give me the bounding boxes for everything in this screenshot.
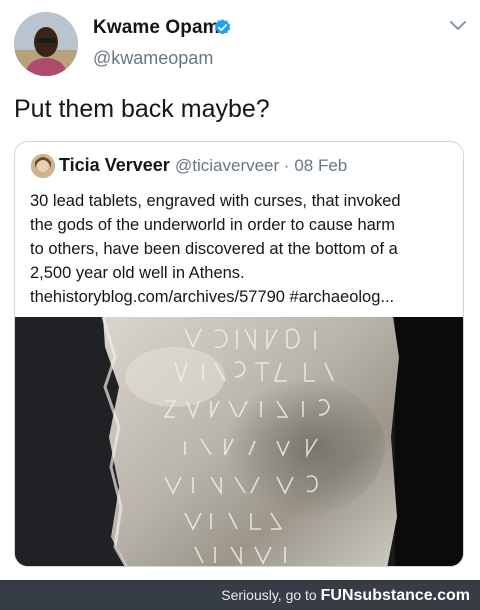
quoted-text-line: the gods of the underworld in order to c… bbox=[30, 216, 396, 234]
watermark-brand-rest: substance.com bbox=[353, 587, 470, 604]
lead-tablet-photo[interactable] bbox=[15, 317, 463, 566]
author-handle[interactable]: @kwameopam bbox=[93, 48, 213, 69]
author-avatar[interactable] bbox=[14, 12, 78, 76]
watermark-prefix: Seriously, go to bbox=[221, 587, 317, 603]
quoted-author-avatar bbox=[31, 154, 55, 178]
quoted-text-line: 30 lead tablets, engraved with curses, t… bbox=[30, 192, 401, 210]
quoted-tweet[interactable]: Ticia Verveer @ticiaverveer · 08 Feb 30 … bbox=[14, 141, 464, 567]
quoted-tweet-text: 30 lead tablets, engraved with curses, t… bbox=[30, 189, 455, 309]
author-display-name[interactable]: Kwame Opam bbox=[93, 17, 220, 39]
quoted-author-meta: @ticiaverveer · 08 Feb bbox=[175, 156, 347, 176]
quoted-author-display-name: Ticia Verveer bbox=[59, 155, 170, 175]
verified-badge-icon bbox=[214, 19, 231, 35]
quoted-text-line: 2,500 year old well in Athens. bbox=[30, 264, 245, 282]
watermark-bar: Seriously, go to FUNsubstance.com bbox=[0, 580, 480, 610]
quoted-tweet-date: 08 Feb bbox=[294, 156, 348, 175]
lead-tablet-illustration bbox=[15, 317, 463, 566]
meta-separator: · bbox=[283, 156, 290, 175]
quoted-author-handle: @ticiaverveer bbox=[175, 156, 280, 175]
tweet-text: Put them back maybe? bbox=[14, 95, 270, 123]
watermark-text: Seriously, go to FUNsubstance.com bbox=[221, 587, 470, 605]
quoted-text-link[interactable]: thehistoryblog.com/archives/57790 #archa… bbox=[30, 285, 455, 309]
chevron-down-icon[interactable] bbox=[449, 20, 467, 32]
watermark-brand-fun: FUN bbox=[320, 587, 354, 604]
tweet-card: Kwame Opam @kwameopam Put them back mayb… bbox=[0, 0, 480, 580]
quoted-text-line: to others, have been discovered at the b… bbox=[30, 240, 398, 258]
